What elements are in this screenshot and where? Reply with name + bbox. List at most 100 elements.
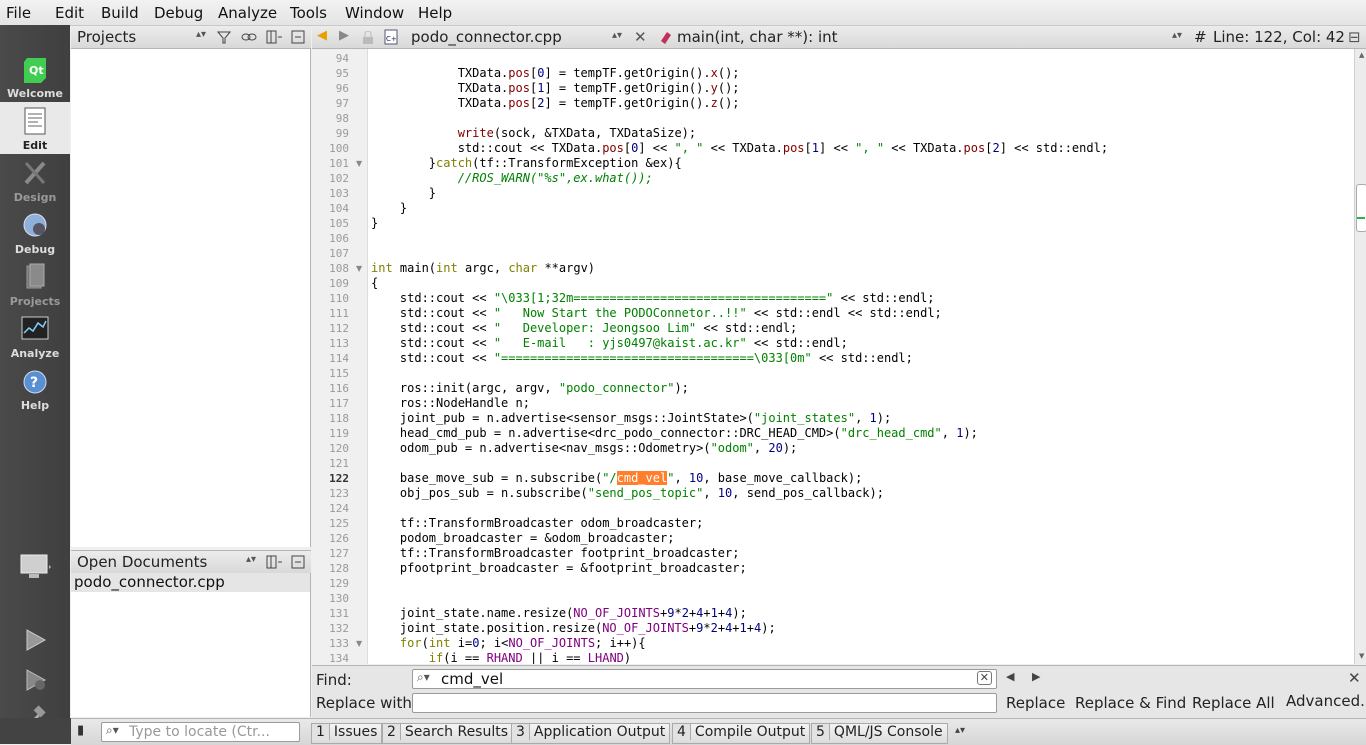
line-number: 128: [329, 562, 349, 575]
function-selector-arrows-icon[interactable]: ▴▾: [1172, 30, 1182, 41]
code-line[interactable]: {: [371, 276, 378, 291]
code-line[interactable]: write(sock, &TXData, TXDataSize);: [371, 126, 696, 141]
replace-find-button[interactable]: Replace & Find: [1075, 694, 1186, 712]
code-line[interactable]: pfootprint_broadcaster = &footprint_broa…: [371, 561, 747, 576]
code-line[interactable]: std::cout << "\033[1;32m================…: [371, 291, 935, 306]
code-line[interactable]: int main(int argc, char **argv): [371, 261, 595, 276]
close-file-icon[interactable]: ✕: [634, 28, 647, 46]
scrollbar-thumb[interactable]: [1356, 184, 1366, 232]
project-tree[interactable]: [71, 49, 311, 547]
back-arrow-icon[interactable]: ◀: [317, 28, 327, 43]
code-line[interactable]: tf::TransformBroadcaster odom_broadcaste…: [371, 516, 703, 531]
code-line[interactable]: if(i == RHAND || i == LHAND): [371, 651, 631, 664]
open-document-item[interactable]: podo_connector.cpp: [71, 573, 310, 592]
close-pane-icon[interactable]: [291, 30, 305, 44]
code-line[interactable]: //ROS_WARN("%s",ex.what());: [371, 171, 653, 186]
code-line[interactable]: joint_state.position.resize(NO_OF_JOINTS…: [371, 621, 776, 636]
mode-welcome[interactable]: Qt Welcome: [0, 50, 70, 102]
code-line[interactable]: TXData.pos[2] = tempTF.getOrigin().z();: [371, 96, 740, 111]
design-pencil-icon: [24, 161, 46, 185]
code-line[interactable]: }: [371, 216, 378, 231]
code-line[interactable]: ros::init(argc, argv, "podo_connector");: [371, 381, 689, 396]
debug-run-button[interactable]: [0, 663, 70, 697]
tab-issues[interactable]: 1 Issues: [311, 723, 383, 744]
link-icon[interactable]: [241, 30, 257, 44]
function-name[interactable]: main(int, char **): int: [677, 28, 838, 46]
code-line[interactable]: std::cout << " Developer: Jeongsoo Lim" …: [371, 321, 797, 336]
code-editor[interactable]: TXData.pos[0] = tempTF.getOrigin().x(); …: [368, 49, 1354, 664]
code-line[interactable]: base_move_sub = n.subscribe("/cmd_vel", …: [371, 471, 862, 486]
line-number: 109: [329, 277, 349, 290]
code-line[interactable]: podom_broadcaster = &odom_broadcaster;: [371, 531, 675, 546]
find-next-icon[interactable]: ▶: [1032, 670, 1040, 683]
menu-window[interactable]: Window: [345, 4, 404, 22]
tab-application-output[interactable]: 3 Application Output: [511, 723, 671, 744]
locator-input[interactable]: ⌕▾ Type to locate (Ctr...: [101, 722, 300, 742]
code-line[interactable]: head_cmd_pub = n.advertise<drc_podo_conn…: [371, 426, 978, 441]
kit-selector[interactable]: [0, 548, 70, 588]
split-icon[interactable]: [266, 30, 282, 44]
code-line[interactable]: obj_pos_sub = n.subscribe("send_pos_topi…: [371, 486, 884, 501]
menu-build[interactable]: Build: [101, 4, 139, 22]
code-line[interactable]: tf::TransformBroadcaster footprint_broad…: [371, 546, 740, 561]
fold-marker-icon[interactable]: ▼: [356, 639, 362, 648]
close-pane-icon[interactable]: [291, 555, 305, 569]
tab-compile-output[interactable]: 4 Compile Output: [672, 723, 811, 744]
monitor-icon: [20, 554, 51, 578]
mode-debug[interactable]: Debug: [0, 206, 70, 258]
code-line[interactable]: joint_state.name.resize(NO_OF_JOINTS+9*2…: [371, 606, 747, 621]
code-line[interactable]: }: [371, 186, 436, 201]
code-line[interactable]: ros::NodeHandle n;: [371, 396, 530, 411]
menu-help[interactable]: Help: [418, 4, 452, 22]
advanced-button[interactable]: Advanced...: [1286, 692, 1366, 710]
more-panes-arrows-icon[interactable]: ▴▾: [955, 725, 965, 736]
code-line[interactable]: std::cout << " E-mail : yjs0497@kaist.ac…: [371, 336, 848, 351]
split-editor-icon[interactable]: ⊟: [1348, 28, 1361, 46]
mode-design[interactable]: Design: [0, 154, 70, 206]
split-icon[interactable]: [266, 555, 282, 569]
close-find-icon[interactable]: ✕: [1348, 669, 1361, 687]
menu-tools[interactable]: Tools: [290, 4, 327, 22]
menu-file[interactable]: File: [6, 4, 31, 22]
menu-debug[interactable]: Debug: [154, 4, 203, 22]
mode-help[interactable]: ? Help: [0, 362, 70, 414]
code-line[interactable]: }: [371, 201, 407, 216]
mode-analyze[interactable]: Analyze: [0, 310, 70, 362]
code-line[interactable]: for(int i=0; i<NO_OF_JOINTS; i++){: [371, 636, 646, 651]
projects-selector-arrows-icon[interactable]: ▴▾: [196, 29, 206, 40]
code-line[interactable]: std::cout << TXData.pos[0] << ", " << TX…: [371, 141, 1108, 156]
line-number: 115: [329, 367, 349, 380]
code-line[interactable]: TXData.pos[1] = tempTF.getOrigin().y();: [371, 81, 740, 96]
replace-input[interactable]: [412, 693, 997, 713]
find-previous-icon[interactable]: ◀: [1006, 670, 1014, 683]
line-number: 133: [329, 637, 349, 650]
forward-arrow-icon[interactable]: ▶: [339, 28, 349, 43]
menu-analyze[interactable]: Analyze: [218, 4, 277, 22]
code-line[interactable]: std::cout << " Now Start the PODOConneto…: [371, 306, 942, 321]
replace-button[interactable]: Replace: [1006, 694, 1065, 712]
find-input[interactable]: ⌕▾ cmd_vel ✕: [412, 669, 997, 689]
mode-projects[interactable]: Projects: [0, 258, 70, 310]
open-documents-selector-arrows-icon[interactable]: ▴▾: [246, 554, 256, 565]
vertical-scrollbar[interactable]: ▲ ▼: [1354, 49, 1366, 664]
fold-marker-icon[interactable]: ▼: [356, 159, 362, 168]
tab-search-results[interactable]: 2 Search Results: [382, 723, 514, 744]
code-line[interactable]: joint_pub = n.advertise<sensor_msgs::Joi…: [371, 411, 891, 426]
run-button[interactable]: [0, 623, 70, 657]
code-line[interactable]: std::cout << "==========================…: [371, 351, 913, 366]
menu-edit[interactable]: Edit: [55, 4, 84, 22]
replace-all-button[interactable]: Replace All: [1192, 694, 1275, 712]
toggle-sidebar-icon[interactable]: ▮: [77, 723, 84, 738]
code-line[interactable]: TXData.pos[0] = tempTF.getOrigin().x();: [371, 66, 740, 81]
code-line[interactable]: odom_pub = n.advertise<nav_msgs::Odometr…: [371, 441, 797, 456]
tab-qml-js-console[interactable]: 5 QML/JS Console: [811, 723, 948, 744]
search-options-icon[interactable]: ⌕▾: [417, 670, 430, 685]
hash-symbol: #: [1194, 28, 1207, 46]
fold-marker-icon[interactable]: ▼: [356, 264, 362, 273]
filter-icon[interactable]: [217, 30, 231, 44]
file-name[interactable]: podo_connector.cpp: [411, 28, 562, 46]
clear-find-icon[interactable]: ✕: [976, 671, 992, 685]
file-selector-arrows-icon[interactable]: ▴▾: [612, 30, 622, 41]
code-line[interactable]: }catch(tf::TransformException &ex){: [371, 156, 682, 171]
mode-edit[interactable]: Edit: [0, 102, 70, 154]
